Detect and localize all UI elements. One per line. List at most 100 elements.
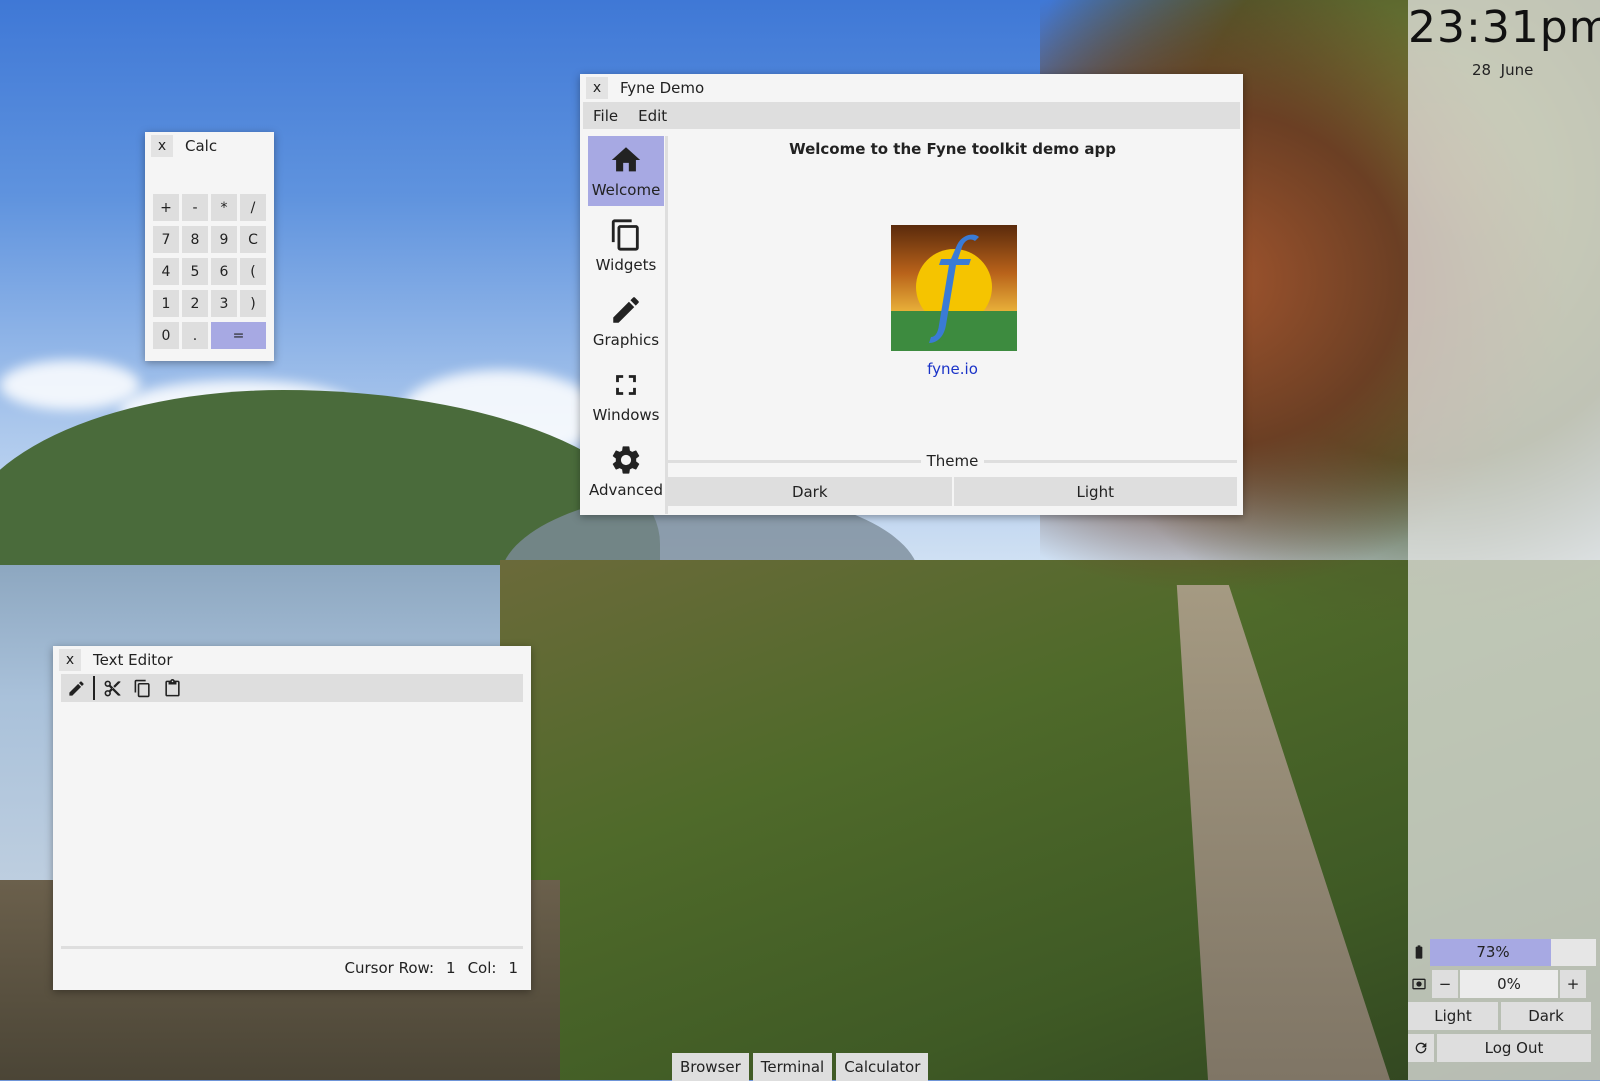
nav-item-advanced[interactable]: Advanced [588, 436, 664, 506]
nav-item-graphics[interactable]: Graphics [588, 286, 664, 356]
calc-key-5[interactable]: 5 [182, 258, 208, 285]
nav-item-widgets[interactable]: Widgets [588, 211, 664, 281]
taskbar-terminal[interactable]: Terminal [752, 1053, 833, 1081]
battery-level-bar: 73% [1430, 938, 1596, 966]
welcome-panel: Welcome to the Fyne toolkit demo app fyn… [668, 136, 1237, 509]
copy-icon [134, 679, 150, 697]
copy-icon [611, 219, 639, 251]
brightness-icon [1408, 970, 1430, 998]
fyne-logo [891, 225, 1017, 351]
taskbar-calculator[interactable]: Calculator [836, 1053, 929, 1081]
date: 28 June [1472, 61, 1533, 79]
refresh-icon [1415, 1042, 1427, 1054]
editor-title: Text Editor [93, 651, 173, 669]
calc-key-divide[interactable]: / [240, 194, 266, 221]
theme-separator: Theme [668, 452, 1237, 470]
nav-label-graphics: Graphics [592, 331, 660, 349]
light-theme-button[interactable]: Light [953, 477, 1237, 506]
calc-display [145, 160, 274, 194]
calc-key-equals[interactable]: = [211, 322, 266, 349]
editor-divider [61, 946, 523, 949]
calc-titlebar[interactable]: x Calc [145, 132, 274, 160]
logout-button[interactable]: Log Out [1437, 1034, 1591, 1062]
calc-key-open-paren[interactable]: ( [240, 258, 266, 285]
panel-dark-button[interactable]: Dark [1501, 1002, 1591, 1030]
nav-label-widgets: Widgets [595, 256, 657, 274]
dark-theme-button[interactable]: Dark [668, 477, 952, 506]
cut-button[interactable] [97, 674, 127, 702]
taskbar: Browser Terminal Calculator [672, 1053, 929, 1081]
editor-toolbar [61, 674, 523, 702]
editor-titlebar[interactable]: x Text Editor [53, 646, 531, 674]
brightness-increase-button[interactable]: + [1560, 970, 1586, 998]
battery-percent: 73% [1476, 943, 1510, 961]
cursor-row-label: Cursor Row: [344, 959, 435, 977]
date-month: June [1500, 61, 1534, 79]
calc-key-minus[interactable]: - [182, 194, 208, 221]
fullscreen-icon [616, 375, 636, 395]
menu-edit[interactable]: Edit [628, 107, 677, 125]
calc-key-9[interactable]: 9 [211, 226, 237, 253]
menu-file[interactable]: File [583, 107, 628, 125]
fyne-close-button[interactable]: x [586, 77, 608, 99]
pencil-icon [613, 297, 639, 323]
gear-icon [612, 446, 640, 474]
fyne-io-link[interactable]: fyne.io [668, 360, 1237, 378]
logout-row: Log Out [1408, 1034, 1600, 1062]
toolbar-separator [93, 676, 95, 700]
cursor-row-value: 1 [446, 959, 456, 977]
copy-button[interactable] [127, 674, 157, 702]
paste-icon [164, 678, 180, 696]
panel-light-button[interactable]: Light [1408, 1002, 1498, 1030]
cursor-col-value: 1 [508, 959, 518, 977]
calc-key-6[interactable]: 6 [211, 258, 237, 285]
cursor-col-label: Col: [467, 959, 497, 977]
brightness-row: − 0% + [1408, 970, 1600, 998]
editor-text-area[interactable] [61, 708, 523, 944]
nav-item-welcome[interactable]: Welcome [588, 136, 664, 206]
nav-sidebar: Welcome Widgets Graphics Windows Advance… [588, 136, 664, 511]
theme-buttons: Dark Light [668, 477, 1237, 506]
calc-title: Calc [185, 137, 218, 155]
welcome-heading: Welcome to the Fyne toolkit demo app [789, 140, 1116, 158]
text-editor-window: x Text Editor Cursor Row: 1 Col: 1 [53, 646, 531, 990]
date-day: 28 [1472, 61, 1492, 79]
calc-window: x Calc + - * / 7 8 9 C 4 5 6 ( 1 2 3 ) 0… [145, 132, 274, 361]
calc-key-2[interactable]: 2 [182, 290, 208, 317]
cut-icon [104, 680, 120, 696]
calc-key-clear[interactable]: C [240, 226, 266, 253]
editor-status-bar: Cursor Row: 1 Col: 1 [345, 959, 518, 977]
calc-key-multiply[interactable]: * [211, 194, 237, 221]
reload-button[interactable] [1408, 1034, 1434, 1062]
editor-close-button[interactable]: x [59, 649, 81, 671]
edit-tool-button[interactable] [61, 674, 91, 702]
panel-theme-row: Light Dark [1408, 1002, 1600, 1030]
fyne-title: Fyne Demo [620, 79, 705, 97]
fyne-titlebar[interactable]: x Fyne Demo [580, 74, 1243, 102]
fyne-demo-window: x Fyne Demo File Edit Welcome Widgets Gr… [580, 74, 1243, 515]
calc-key-decimal[interactable]: . [182, 322, 208, 349]
battery-icon [1408, 938, 1430, 966]
nav-item-windows[interactable]: Windows [588, 361, 664, 431]
calc-key-3[interactable]: 3 [211, 290, 237, 317]
paste-button[interactable] [157, 674, 187, 702]
calc-key-plus[interactable]: + [153, 194, 179, 221]
nav-label-windows: Windows [592, 406, 660, 424]
calc-close-button[interactable]: x [151, 135, 173, 157]
menu-bar: File Edit [583, 102, 1240, 129]
taskbar-browser[interactable]: Browser [672, 1053, 749, 1081]
calc-key-4[interactable]: 4 [153, 258, 179, 285]
calc-key-1[interactable]: 1 [153, 290, 179, 317]
calc-key-8[interactable]: 8 [182, 226, 208, 253]
nav-label-welcome: Welcome [591, 181, 661, 199]
calc-key-7[interactable]: 7 [153, 226, 179, 253]
battery-row: 73% [1408, 938, 1600, 966]
brightness-decrease-button[interactable]: − [1432, 970, 1458, 998]
side-panel: 23:31pm 28 June 73% − 0% + Light Dark Lo… [1408, 0, 1600, 1080]
calc-key-close-paren[interactable]: ) [240, 290, 266, 317]
theme-label: Theme [926, 452, 979, 470]
calc-key-0[interactable]: 0 [153, 322, 179, 349]
clock: 23:31pm [1408, 2, 1600, 53]
pencil-icon [68, 680, 84, 696]
nav-label-advanced: Advanced [588, 481, 664, 499]
